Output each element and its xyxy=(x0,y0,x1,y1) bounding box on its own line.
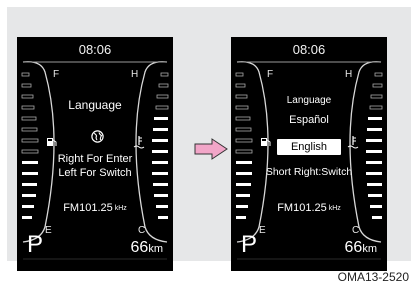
fuel-empty-label: E xyxy=(45,225,52,236)
temp-hot-label: H xyxy=(345,69,353,80)
range-unit: km xyxy=(148,243,163,255)
temp-hot-label: H xyxy=(131,69,139,80)
fuel-empty-label: E xyxy=(259,225,266,236)
temp-cold-label: C xyxy=(352,225,360,236)
radio-unit: kHz xyxy=(328,205,341,212)
hint-switch: Short Right:Switch xyxy=(265,166,353,178)
language-option-english-selected[interactable]: English xyxy=(277,139,341,155)
cluster-screen-before: 08:06 F E H C Language Right For Enter L… xyxy=(17,37,173,271)
language-option-english-label: English xyxy=(290,141,328,153)
clock: 08:06 xyxy=(78,42,112,57)
menu-title: Language xyxy=(286,95,332,106)
range-display: 66km xyxy=(345,239,377,257)
range-display: 66km xyxy=(131,239,163,257)
cluster-screen-after: 08:06 F E H C Language Español English S… xyxy=(231,37,387,271)
temp-cold-label: C xyxy=(138,225,146,236)
radio-unit: kHz xyxy=(114,205,127,212)
range-value: 66 xyxy=(344,239,363,256)
radio-frequency: FM101.25 xyxy=(277,202,327,214)
radio-status: FM101.25 kHz xyxy=(17,202,173,214)
gear-indicator: P xyxy=(27,231,44,258)
hint-enter: Right For Enter xyxy=(57,153,133,165)
fuel-full-label: F xyxy=(267,69,274,80)
fuel-full-label: F xyxy=(53,69,60,80)
fuel-pump-icon xyxy=(47,138,57,146)
temperature-gauge-bars xyxy=(152,72,169,219)
menu-title: Language xyxy=(68,98,122,112)
range-unit: km xyxy=(362,243,377,255)
radio-frequency: FM101.25 xyxy=(63,202,113,214)
right-arrow-icon xyxy=(194,138,228,160)
range-value: 66 xyxy=(130,239,149,256)
fuel-gauge-bars xyxy=(21,72,39,219)
fuel-pump-icon xyxy=(261,138,271,146)
language-option-spanish[interactable]: Español xyxy=(231,114,387,126)
figure-code: OMA13-2520 xyxy=(337,270,409,284)
clock: 08:06 xyxy=(292,42,326,57)
globe-icon xyxy=(91,130,104,143)
gear-indicator: P xyxy=(241,231,258,258)
radio-status: FM101.25 kHz xyxy=(231,202,387,214)
hint-switch: Left For Switch xyxy=(58,167,132,179)
